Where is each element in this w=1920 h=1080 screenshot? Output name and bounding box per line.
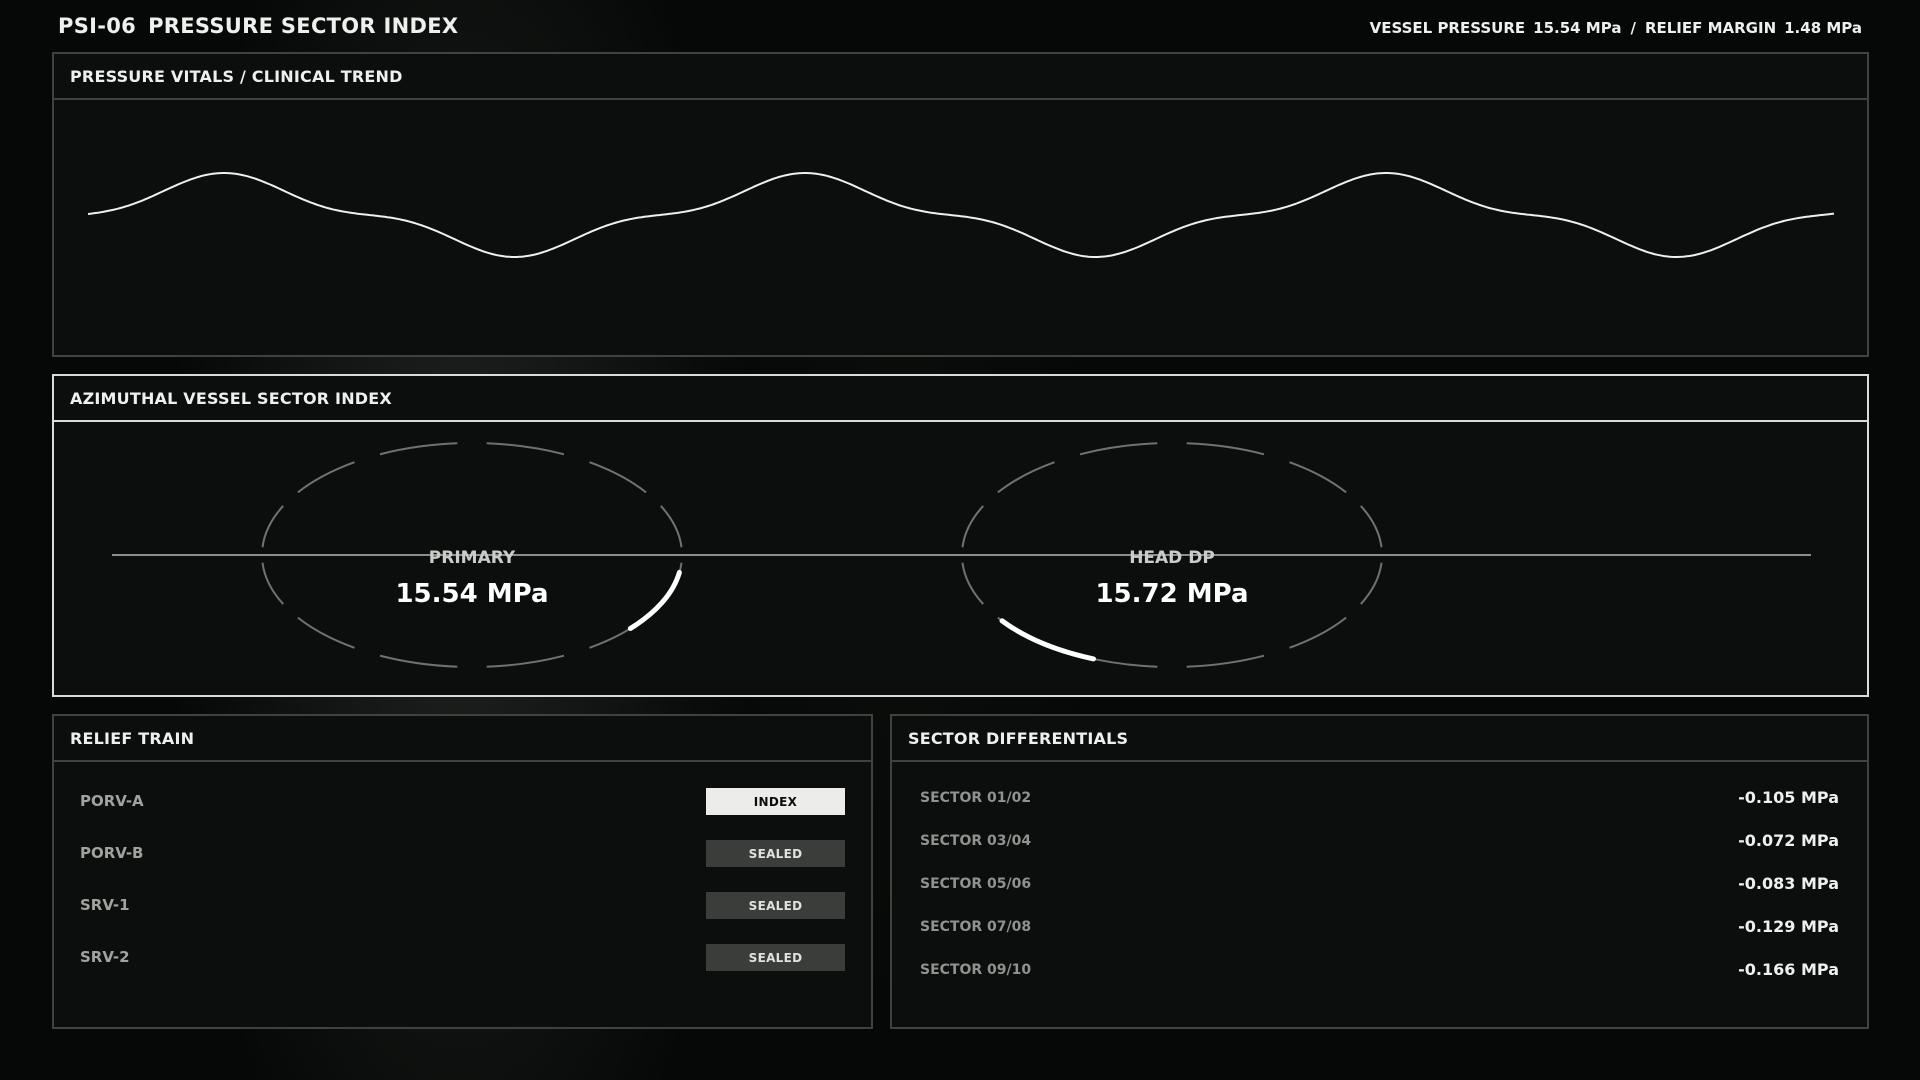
readout-separator: / xyxy=(1630,19,1636,37)
differential-name: SECTOR 07/08 xyxy=(920,919,1032,935)
gauge-primary-marker xyxy=(627,569,682,631)
relief-state-button[interactable]: SEALED xyxy=(706,944,845,971)
sector-differentials-panel: SECTOR DIFFERENTIALS SECTOR 01/02 -0.105… xyxy=(890,714,1869,1029)
page-title: PSI-06 PRESSURE SECTOR INDEX xyxy=(58,14,458,38)
gauge-ring-segment xyxy=(660,505,683,548)
header-readout: VESSEL PRESSURE 15.54 MPa / RELIEF MARGIN 1.… xyxy=(1370,19,1862,37)
relief-row-porv-a: PORV-A INDEX xyxy=(80,788,845,815)
differential-name: SECTOR 09/10 xyxy=(920,962,1032,978)
relief-state-button[interactable]: SEALED xyxy=(706,892,845,919)
gauge-ring-segment xyxy=(1186,654,1265,668)
relief-train-panel: RELIEF TRAIN PORV-A INDEX PORV-B SEALED … xyxy=(52,714,873,1029)
relief-row-name: SRV-2 xyxy=(80,948,130,966)
gauge-ring-segment xyxy=(379,654,458,668)
relief-state-button[interactable]: SEALED xyxy=(706,840,845,867)
trend-panel: PRESSURE VITALS / CLINICAL TREND xyxy=(52,52,1869,357)
gauge-ring-segment xyxy=(297,616,355,649)
differential-value: -0.129 MPa xyxy=(1738,917,1839,936)
gauge-ring-segment xyxy=(1289,461,1347,494)
gauge-ring-segment xyxy=(486,654,565,668)
differential-name: SECTOR 03/04 xyxy=(920,833,1032,849)
sector-index-panel: AZIMUTHAL VESSEL SECTOR INDEX PRIMARY 15… xyxy=(52,374,1869,697)
vessel-pressure-label: VESSEL PRESSURE xyxy=(1369,19,1526,37)
differential-row: SECTOR 05/06 -0.083 MPa xyxy=(920,873,1839,895)
gauge-primary-value: 15.54 MPa xyxy=(395,579,548,609)
gauge-ring-segment xyxy=(261,505,284,548)
relief-row-srv-1: SRV-1 SEALED xyxy=(80,892,845,919)
relief-row-name: PORV-A xyxy=(80,792,144,810)
gauge-ring-segment xyxy=(261,562,284,605)
gauge-ring-segment xyxy=(1186,442,1265,456)
relief-row-srv-2: SRV-2 SEALED xyxy=(80,944,845,971)
differential-name: SECTOR 01/02 xyxy=(920,790,1032,806)
gauge-ring-segment xyxy=(961,505,984,548)
differential-row: SECTOR 07/08 -0.129 MPa xyxy=(920,916,1839,938)
gauge-ring-segment xyxy=(1289,616,1347,649)
differential-row: SECTOR 09/10 -0.166 MPa xyxy=(920,959,1839,981)
gauge-ring-segment xyxy=(961,562,984,605)
relief-margin-value: 1.48 MPa xyxy=(1784,19,1862,37)
gauge-primary-label: PRIMARY xyxy=(429,548,516,568)
sector-panel-title: AZIMUTHAL VESSEL SECTOR INDEX xyxy=(54,376,1867,422)
differential-row: SECTOR 01/02 -0.105 MPa xyxy=(920,787,1839,809)
differential-value: -0.166 MPa xyxy=(1738,960,1839,979)
gauge-ring-segment xyxy=(297,461,355,494)
sector-index-graphic: PRIMARY 15.54 MPa HEAD DP 15.72 MPa xyxy=(112,442,1811,668)
gauge-ring-segment xyxy=(589,461,647,494)
relief-state-button[interactable]: INDEX xyxy=(706,788,845,815)
gauge-head-dp-label: HEAD DP xyxy=(1129,548,1215,568)
page-title-text: PRESSURE SECTOR INDEX xyxy=(148,14,459,38)
dashboard-root: PSI-06 PRESSURE SECTOR INDEX VESSEL PRESS… xyxy=(0,0,1920,1080)
trend-plot xyxy=(87,172,1835,258)
gauge-head-dp-value: 15.72 MPa xyxy=(1095,579,1248,609)
differential-name: SECTOR 05/06 xyxy=(920,876,1032,892)
differential-value: -0.083 MPa xyxy=(1738,874,1839,893)
page-code: PSI-06 xyxy=(58,14,137,38)
gauge-ring-segment xyxy=(1360,562,1383,605)
relief-row-name: PORV-B xyxy=(80,844,144,862)
differential-value: -0.072 MPa xyxy=(1738,831,1839,850)
relief-row-name: SRV-1 xyxy=(80,896,130,914)
relief-panel-title: RELIEF TRAIN xyxy=(54,716,871,762)
trend-waveform xyxy=(87,172,1835,258)
relief-row-porv-b: PORV-B SEALED xyxy=(80,840,845,867)
relief-margin-label: RELIEF MARGIN xyxy=(1644,19,1777,37)
vessel-pressure-value: 15.54 MPa xyxy=(1533,19,1622,37)
gauge-ring-segment xyxy=(997,461,1055,494)
trend-panel-title: PRESSURE VITALS / CLINICAL TREND xyxy=(54,54,1867,100)
gauge-ring-segment xyxy=(1079,442,1158,456)
differentials-panel-title: SECTOR DIFFERENTIALS xyxy=(892,716,1867,762)
gauge-ring-segment xyxy=(486,442,565,456)
gauge-head-dp-marker xyxy=(999,618,1096,662)
gauge-ring-segment xyxy=(379,442,458,456)
differential-row: SECTOR 03/04 -0.072 MPa xyxy=(920,830,1839,852)
differential-value: -0.105 MPa xyxy=(1738,788,1839,807)
gauge-ring-segment xyxy=(1360,505,1383,548)
